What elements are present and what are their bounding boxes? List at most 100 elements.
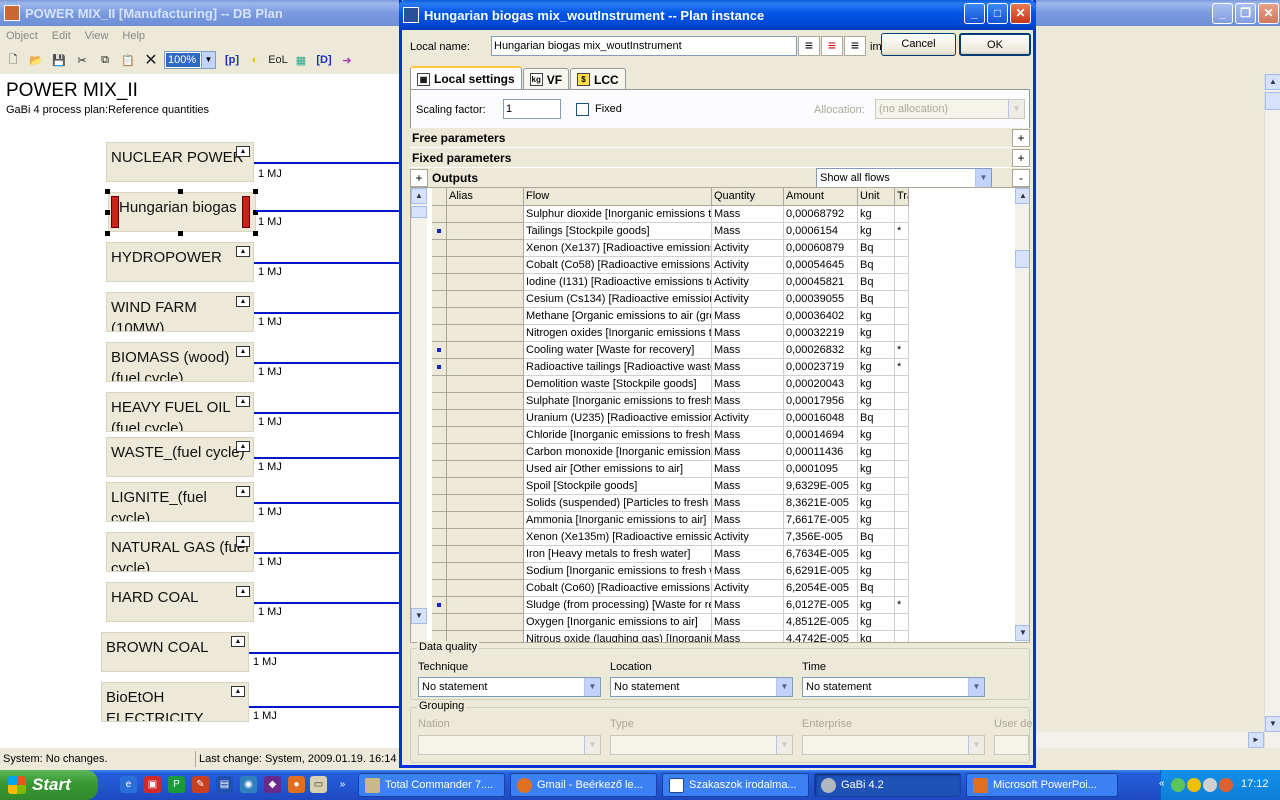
- amount-cell[interactable]: 7,356E-005: [784, 529, 858, 546]
- col-quantity[interactable]: Quantity: [712, 188, 784, 206]
- col-tra[interactable]: Tra: [895, 188, 909, 206]
- row-marker[interactable]: [432, 240, 447, 257]
- quantity-cell[interactable]: Mass: [712, 478, 784, 495]
- tracked-cell[interactable]: [895, 478, 909, 495]
- quantity-cell[interactable]: Activity: [712, 274, 784, 291]
- tool-quicklaunch-icon[interactable]: ◉: [240, 776, 257, 793]
- db-icon[interactable]: [D]: [314, 50, 334, 70]
- table-row[interactable]: Sulphur dioxide [Inorganic emissions to …: [432, 206, 909, 223]
- quantity-cell[interactable]: Mass: [712, 393, 784, 410]
- row-marker[interactable]: [432, 325, 447, 342]
- start-button[interactable]: Start: [0, 770, 98, 800]
- flow-cell[interactable]: Ammonia [Inorganic emissions to air]: [524, 512, 712, 529]
- flow-cell[interactable]: Chloride [Inorganic emissions to fresh w…: [524, 427, 712, 444]
- alias-cell[interactable]: [447, 495, 524, 512]
- alias-cell[interactable]: [447, 342, 524, 359]
- resize-handle[interactable]: [105, 231, 110, 236]
- folder-icon[interactable]: ▭: [310, 776, 327, 793]
- unit-cell[interactable]: kg: [858, 359, 895, 376]
- tab-local-settings[interactable]: ▦ Local settings: [410, 66, 522, 90]
- col-amount[interactable]: Amount: [784, 188, 858, 206]
- maximize-icon[interactable]: □: [987, 3, 1008, 24]
- table-row[interactable]: Carbon monoxide [Inorganic emissions to …: [432, 444, 909, 461]
- technique-select[interactable]: No statement ▼: [418, 677, 601, 697]
- quantity-cell[interactable]: Mass: [712, 631, 784, 642]
- quantity-cell[interactable]: Mass: [712, 427, 784, 444]
- quantity-cell[interactable]: Mass: [712, 308, 784, 325]
- unit-cell[interactable]: Bq: [858, 580, 895, 597]
- expand-icon[interactable]: +: [1012, 149, 1030, 167]
- tool-quicklaunch-icon[interactable]: ◆: [264, 776, 281, 793]
- amount-cell[interactable]: 4,4742E-005: [784, 631, 858, 642]
- table-row[interactable]: Xenon (Xe137) [Radioactive emissions to …: [432, 240, 909, 257]
- flow-cell[interactable]: Cobalt (Co58) [Radioactive emissions to …: [524, 257, 712, 274]
- table-row[interactable]: Iron [Heavy metals to fresh water] Mass 6,…: [432, 546, 909, 563]
- open-icon[interactable]: 📂: [26, 50, 46, 70]
- alias-cell[interactable]: [447, 427, 524, 444]
- quantity-cell[interactable]: Activity: [712, 240, 784, 257]
- amount-cell[interactable]: 6,0127E-005: [784, 597, 858, 614]
- alias-cell[interactable]: [447, 478, 524, 495]
- clock[interactable]: 17:12: [1241, 778, 1269, 790]
- add-icon[interactable]: +: [410, 169, 428, 187]
- quantity-cell[interactable]: Activity: [712, 529, 784, 546]
- process-hydropower[interactable]: HYDROPOWER ▲: [106, 242, 254, 282]
- flow-cell[interactable]: Sludge (from processing) [Waste for reco…: [524, 597, 712, 614]
- quantity-cell[interactable]: Activity: [712, 410, 784, 427]
- process-hungarian-biogas[interactable]: Hungarian biogas: [108, 192, 256, 232]
- scroll-thumb[interactable]: [1265, 92, 1280, 110]
- scroll-up-icon[interactable]: ▲: [1015, 188, 1029, 204]
- minimize-icon[interactable]: _: [964, 3, 985, 24]
- tray-expand-icon[interactable]: «: [1159, 778, 1165, 789]
- flow-cell[interactable]: Cooling water [Waste for recovery]: [524, 342, 712, 359]
- alias-cell[interactable]: [447, 274, 524, 291]
- unit-cell[interactable]: kg: [858, 223, 895, 240]
- restore-icon[interactable]: ❐: [1235, 3, 1256, 24]
- flow-cell[interactable]: Sodium [Inorganic emissions to fresh wat…: [524, 563, 712, 580]
- flow-cell[interactable]: Xenon (Xe135m) [Radioactive emissions to…: [524, 529, 712, 546]
- cut-icon[interactable]: ✂: [72, 50, 92, 70]
- flow-cell[interactable]: Nitrous oxide (laughing gas) [Inorganic …: [524, 631, 712, 642]
- amount-cell[interactable]: 0,00045821: [784, 274, 858, 291]
- task-total-commander[interactable]: Total Commander 7....: [358, 773, 505, 797]
- amount-cell[interactable]: 0,0006154: [784, 223, 858, 240]
- col-unit[interactable]: Unit: [858, 188, 895, 206]
- alias-cell[interactable]: [447, 444, 524, 461]
- alias-cell[interactable]: [447, 223, 524, 240]
- scroll-down-icon[interactable]: ▼: [1265, 716, 1280, 732]
- process-wind-farm[interactable]: WIND FARM (10MW) ▲: [106, 292, 254, 332]
- row-marker[interactable]: [432, 529, 447, 546]
- outputs-filter-select[interactable]: Show all flows ▼: [816, 168, 992, 188]
- unit-cell[interactable]: kg: [858, 393, 895, 410]
- table-row[interactable]: Chloride [Inorganic emissions to fresh w…: [432, 427, 909, 444]
- menu-edit[interactable]: Edit: [52, 30, 71, 42]
- unit-cell[interactable]: Bq: [858, 529, 895, 546]
- align-left-icon[interactable]: ≡: [798, 36, 820, 56]
- row-marker[interactable]: [432, 206, 447, 223]
- app-quicklaunch-icon[interactable]: P: [168, 776, 185, 793]
- time-select[interactable]: No statement ▼: [802, 677, 985, 697]
- flow-cell[interactable]: Iodine (I131) [Radioactive emissions to …: [524, 274, 712, 291]
- flow-cell[interactable]: Methane [Organic emissions to air (group…: [524, 308, 712, 325]
- amount-cell[interactable]: 7,6617E-005: [784, 512, 858, 529]
- amount-cell[interactable]: 0,00011436: [784, 444, 858, 461]
- quantity-cell[interactable]: Mass: [712, 495, 784, 512]
- quantity-cell[interactable]: Mass: [712, 597, 784, 614]
- table-row[interactable]: Cobalt (Co60) [Radioactive emissions to …: [432, 580, 909, 597]
- unit-cell[interactable]: Bq: [858, 291, 895, 308]
- grid-left-scrollbar[interactable]: ▲ ▼: [411, 188, 427, 642]
- flow-cell[interactable]: Spoil [Stockpile goods]: [524, 478, 712, 495]
- flow-cell[interactable]: Solids (suspended) [Particles to fresh w…: [524, 495, 712, 512]
- table-row[interactable]: Solids (suspended) [Particles to fresh w…: [432, 495, 909, 512]
- row-marker[interactable]: [432, 461, 447, 478]
- amount-cell[interactable]: 6,7634E-005: [784, 546, 858, 563]
- local-name-input[interactable]: Hungarian biogas mix_woutInstrument: [491, 36, 797, 56]
- alias-cell[interactable]: [447, 410, 524, 427]
- location-select[interactable]: No statement ▼: [610, 677, 793, 697]
- quantity-cell[interactable]: Mass: [712, 206, 784, 223]
- tracked-cell[interactable]: [895, 529, 909, 546]
- row-marker[interactable]: [432, 614, 447, 631]
- menu-help[interactable]: Help: [122, 30, 145, 42]
- amount-cell[interactable]: 6,2054E-005: [784, 580, 858, 597]
- unit-cell[interactable]: kg: [858, 427, 895, 444]
